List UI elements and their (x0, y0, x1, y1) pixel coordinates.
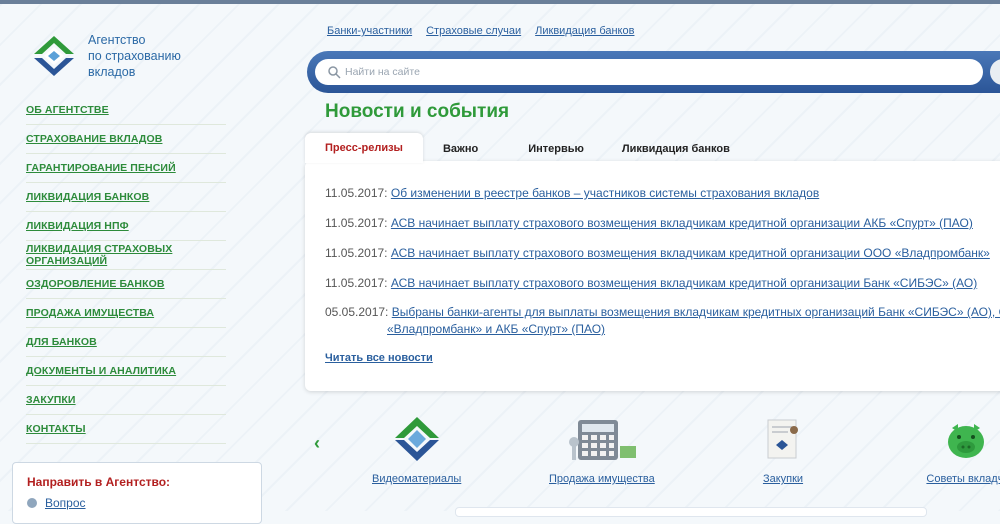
read-all-news-link[interactable]: Читать все новости (325, 352, 433, 364)
top-link-bank-liquidation[interactable]: Ликвидация банков (535, 25, 634, 37)
sidebar-item-contacts[interactable]: КОНТАКТЫ (26, 415, 226, 444)
top-link-member-banks[interactable]: Банки-участники (327, 25, 412, 37)
sidebar-item-procurement[interactable]: ЗАКУПКИ (26, 386, 226, 415)
sidebar-nav: ОБ АГЕНТСТВЕ СТРАХОВАНИЕ ВКЛАДОВ ГАРАНТИ… (26, 96, 226, 444)
sidebar-item-insurer-liquidation[interactable]: ЛИКВИДАЦИЯ СТРАХОВЫХ ОРГАНИЗАЦИЙ (26, 241, 226, 270)
sidebar-item-bank-recovery[interactable]: ОЗДОРОВЛЕНИЕ БАНКОВ (26, 270, 226, 299)
top-border (0, 0, 1000, 4)
documents-icon (767, 419, 798, 459)
top-link-insurance-cases[interactable]: Страховые случаи (426, 25, 521, 37)
carousel-item-depositor-tips[interactable]: Советы вкладчи (918, 416, 1000, 485)
search-icon (328, 66, 341, 79)
tab-bank-liquidation[interactable]: Ликвидация банков (622, 135, 730, 163)
sidebar-item-pension-guarantee[interactable]: ГАРАНТИРОВАНИЕ ПЕНСИЙ (26, 154, 226, 183)
sidebar-item-bank-liquidation[interactable]: ЛИКВИДАЦИЯ БАНКОВ (26, 183, 226, 212)
logo-line-1: Агентство (88, 33, 146, 47)
sidebar-item-about[interactable]: ОБ АГЕНТСТВЕ (26, 96, 226, 125)
carousel-caption: Видеоматериалы (372, 473, 462, 485)
news-item: 11.05.2017: АСВ начинает выплату страхов… (325, 275, 977, 292)
asv-logo-icon (34, 36, 74, 76)
carousel-caption: Советы вкладчи (926, 473, 1000, 485)
news-link-continued[interactable]: «Владпромбанк» и АКБ «Спурт» (ПАО) (387, 322, 605, 336)
tab-important[interactable]: Важно (443, 135, 478, 163)
page-title: Новости и события (325, 101, 510, 122)
news-item: 11.05.2017: АСВ начинает выплату страхов… (325, 215, 973, 232)
news-item: 05.05.2017: Выбраны банки-агенты для вып… (325, 304, 1000, 338)
send-to-agency-box: Направить в Агентство: Вопрос (12, 462, 262, 524)
sidebar-item-npf-liquidation[interactable]: ЛИКВИДАЦИЯ НПФ (26, 212, 226, 241)
calculator-icon (568, 420, 636, 460)
carousel-caption: Продажа имущества (549, 473, 655, 485)
sidebar-item-documents[interactable]: ДОКУМЕНТЫ И АНАЛИТИКА (26, 357, 226, 386)
sidebar-item-property-sale[interactable]: ПРОДАЖА ИМУЩЕСТВА (26, 299, 226, 328)
news-date: 11.05.2017: (325, 246, 388, 260)
logo-text: Агентство по страхованию вкладов (88, 32, 181, 80)
news-date: 05.05.2017: (325, 305, 389, 319)
logo-line-3: вкладов (88, 65, 136, 79)
video-materials-icon (394, 417, 439, 461)
news-link[interactable]: АСВ начинает выплату страхового возмещен… (391, 246, 990, 260)
logo[interactable]: Агентство по страхованию вкладов (30, 32, 181, 80)
top-links: Банки-участники Страховые случаи Ликвида… (327, 25, 648, 37)
news-link[interactable]: Об изменении в реестре банков – участник… (391, 186, 819, 200)
search-input[interactable]: Найти на сайте (315, 59, 983, 85)
news-item: 11.05.2017: АСВ начинает выплату страхов… (325, 245, 990, 262)
news-link[interactable]: Выбраны банки-агенты для выплаты возмеще… (392, 305, 1000, 319)
tab-interviews[interactable]: Интервью (528, 135, 584, 163)
tab-press-releases[interactable]: Пресс-релизы (305, 133, 423, 163)
sidebar-item-for-banks[interactable]: ДЛЯ БАНКОВ (26, 328, 226, 357)
news-date: 11.05.2017: (325, 276, 388, 290)
carousel-caption: Закупки (762, 473, 804, 485)
bullet-icon (27, 498, 37, 508)
send-box-title: Направить в Агентство: (27, 475, 171, 489)
news-date: 11.05.2017: (325, 186, 388, 200)
bottom-panel-edge (455, 507, 927, 517)
news-link[interactable]: АСВ начинает выплату страхового возмещен… (391, 276, 977, 290)
logo-line-2: по страхованию (88, 49, 181, 63)
carousel-prev-arrow-icon[interactable]: ‹ (314, 433, 320, 454)
question-link[interactable]: Вопрос (27, 496, 86, 510)
piggy-bank-icon (948, 424, 984, 458)
carousel-item-video[interactable]: Видеоматериалы (372, 416, 461, 485)
news-date: 11.05.2017: (325, 216, 388, 230)
news-link[interactable]: АСВ начинает выплату страхового возмещен… (391, 216, 973, 230)
carousel-item-property-sale[interactable]: Продажа имущества (549, 416, 655, 485)
search-placeholder: Найти на сайте (345, 66, 420, 78)
carousel-item-procurement[interactable]: Закупки (762, 416, 804, 485)
question-link-label: Вопрос (45, 496, 86, 510)
news-item: 11.05.2017: Об изменении в реестре банко… (325, 185, 819, 202)
sidebar-item-deposit-insurance[interactable]: СТРАХОВАНИЕ ВКЛАДОВ (26, 125, 226, 154)
news-tabs: Пресс-релизы Важно Интервью Ликвидация б… (305, 133, 730, 163)
